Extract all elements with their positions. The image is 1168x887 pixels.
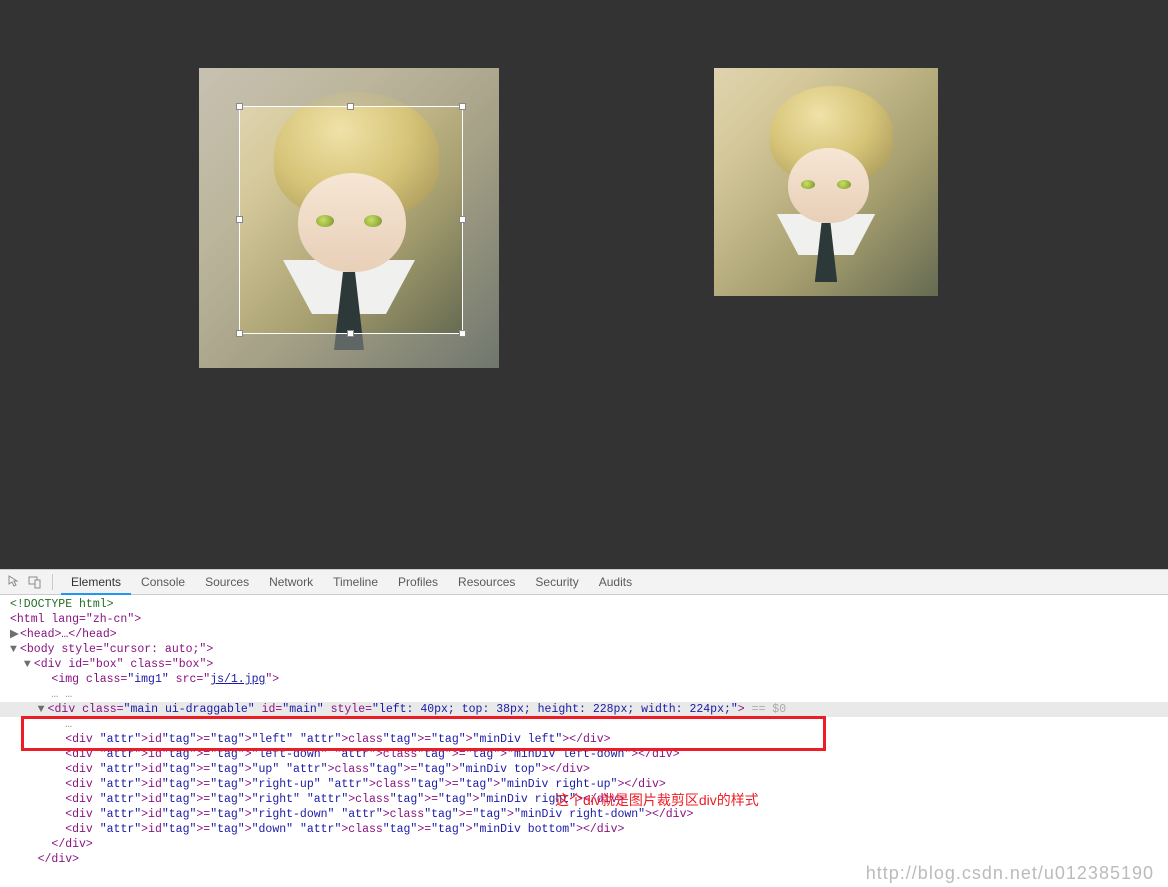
crop-handle-bottom-right[interactable] xyxy=(459,330,466,337)
dom-line: <html lang="zh-cn"> xyxy=(0,612,1168,627)
crop-dim-right xyxy=(463,106,499,334)
inspect-icon[interactable] xyxy=(6,573,24,591)
crop-handle-bottom-left[interactable] xyxy=(236,330,243,337)
tab-security[interactable]: Security xyxy=(525,569,588,595)
elements-panel[interactable]: <!DOCTYPE html> <html lang="zh-cn"> ▶<he… xyxy=(0,595,1168,887)
crop-handle-right[interactable] xyxy=(459,216,466,223)
dom-line: ▼<div id="box" class="box"> xyxy=(0,657,1168,672)
tab-elements[interactable]: Elements xyxy=(61,569,131,595)
annotation-text: 这个div就是图片裁剪区div的样式 xyxy=(555,793,759,808)
crop-preview xyxy=(714,68,938,296)
tab-audits[interactable]: Audits xyxy=(589,569,642,595)
crop-handle-top-left[interactable] xyxy=(236,103,243,110)
device-toggle-icon[interactable] xyxy=(26,573,44,591)
crop-selection[interactable] xyxy=(239,106,463,334)
dom-line-selected[interactable]: ▼<div class="main ui-draggable" id="main… xyxy=(0,702,1168,717)
crop-handle-top[interactable] xyxy=(347,103,354,110)
crop-dim-left xyxy=(199,106,239,334)
crop-dim-top xyxy=(199,68,499,106)
dom-line[interactable]: <div "attr">id"tag">="tag">"up" "attr">c… xyxy=(0,762,1168,777)
dom-line[interactable]: <div "attr">id"tag">="tag">"right-down" … xyxy=(0,807,1168,822)
devtools-toolbar: ElementsConsoleSourcesNetworkTimelinePro… xyxy=(0,569,1168,595)
dom-line: <!DOCTYPE html> xyxy=(0,597,1168,612)
watermark: http://blog.csdn.net/u012385190 xyxy=(866,866,1154,881)
dom-line: </div> xyxy=(0,837,1168,852)
dom-line[interactable]: <div "attr">id"tag">="tag">"left" "attr"… xyxy=(0,732,1168,747)
tab-timeline[interactable]: Timeline xyxy=(323,569,388,595)
crop-handle-left[interactable] xyxy=(236,216,243,223)
dom-line[interactable]: <div "attr">id"tag">="tag">"right-up" "a… xyxy=(0,777,1168,792)
dom-line: … xyxy=(0,717,1168,732)
crop-dim-bottom xyxy=(199,334,499,368)
crop-handle-top-right[interactable] xyxy=(459,103,466,110)
tab-profiles[interactable]: Profiles xyxy=(388,569,448,595)
tab-console[interactable]: Console xyxy=(131,569,195,595)
dom-line[interactable]: <div "attr">id"tag">="tag">"left-down" "… xyxy=(0,747,1168,762)
page-viewport xyxy=(0,0,1168,569)
tab-resources[interactable]: Resources xyxy=(448,569,525,595)
devtools-tabs: ElementsConsoleSourcesNetworkTimelinePro… xyxy=(61,569,642,595)
dom-line: … … xyxy=(0,687,1168,702)
crop-handle-bottom[interactable] xyxy=(347,330,354,337)
dom-line: ▼<body style="cursor: auto;"> xyxy=(0,642,1168,657)
crop-source-box xyxy=(199,68,499,368)
tab-sources[interactable]: Sources xyxy=(195,569,259,595)
dom-line[interactable]: <div "attr">id"tag">="tag">"down" "attr"… xyxy=(0,822,1168,837)
dom-line: <img class="img1" src="js/1.jpg"> xyxy=(0,672,1168,687)
tab-network[interactable]: Network xyxy=(259,569,323,595)
dom-line: ▶<head>…</head> xyxy=(0,627,1168,642)
